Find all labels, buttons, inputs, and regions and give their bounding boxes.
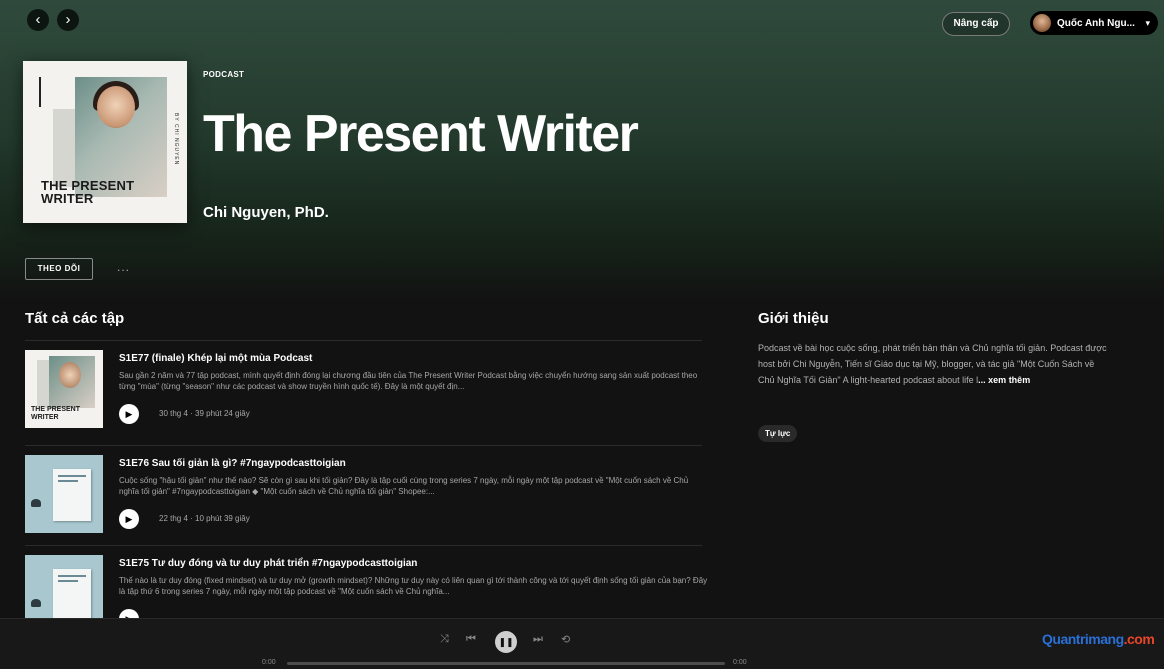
episode-title[interactable]: S1E75 Tư duy đóng và tư duy phát triển #… [119, 558, 417, 569]
episode-row[interactable]: S1E76 Sau tối giản là gì? #7ngaypodcastt… [25, 455, 702, 545]
episode-title[interactable]: S1E77 (finale) Khép lại một mùa Podcast [119, 353, 312, 364]
divider [25, 545, 702, 546]
user-name: Quốc Anh Ngu... [1057, 17, 1135, 29]
cover-title: THE PRESENT WRITER [41, 178, 135, 206]
next-icon[interactable]: ⏭ [533, 633, 543, 646]
podcast-title: The Present Writer [203, 105, 639, 163]
play-button[interactable]: ▶ [119, 509, 139, 529]
episode-description: Thế nào là tư duy đóng (fixed mindset) v… [119, 576, 708, 596]
watermark: Quantrimang.com [1042, 631, 1155, 647]
play-button[interactable]: ▶ [119, 404, 139, 424]
episode-thumbnail: THE PRESENT WRITER [25, 350, 103, 428]
time-total: 0:00 [733, 659, 747, 666]
episode-description: Sau gần 2 năm và 77 tập podcast, mình qu… [119, 371, 698, 391]
play-icon: ▶ [125, 409, 133, 419]
chevron-right-icon: › [65, 11, 71, 28]
cover-side-text: BY CHI NGUYEN [173, 113, 179, 166]
category-tag[interactable]: Tự lực [758, 425, 798, 442]
podcast-type-label: PODCAST [203, 70, 245, 79]
pause-icon: ❚❚ [498, 637, 514, 647]
previous-icon[interactable]: ⏮ [466, 633, 476, 646]
divider [25, 445, 702, 446]
episode-meta: 22 thg 4 · 10 phút 39 giây [159, 514, 250, 523]
episode-description: Cuộc sống "hậu tối giản" như thế nào? Sẽ… [119, 476, 689, 496]
divider [25, 340, 702, 341]
follow-button[interactable]: THEO DÕI [25, 258, 93, 280]
forward-button[interactable]: › [57, 9, 79, 31]
user-menu-button[interactable]: Quốc Anh Ngu... ▾ [1030, 11, 1158, 35]
episodes-heading: Tất cả các tập [25, 310, 125, 327]
more-options-button[interactable]: ... [117, 260, 130, 274]
player-bar: ⤨ ⏮ ❚❚ ⏭ ⟲ 0:00 0:00 Quantrimang.com [0, 618, 1164, 669]
see-more-link[interactable]: ... xem thêm [978, 375, 1030, 385]
episode-thumbnail [25, 455, 103, 533]
shuffle-icon[interactable]: ⤨ [440, 633, 449, 646]
repeat-icon[interactable]: ⟲ [561, 633, 570, 646]
pause-button[interactable]: ❚❚ [495, 631, 517, 653]
chevron-left-icon: ‹ [35, 11, 41, 28]
upgrade-button[interactable]: Nâng cấp [942, 12, 1010, 36]
caret-down-icon: ▾ [1145, 17, 1150, 28]
podcast-cover-art: BY CHI NGUYEN THE PRESENT WRITER [23, 61, 187, 223]
about-description: Podcast về bài học cuộc sống, phát triển… [758, 343, 1107, 385]
podcast-author[interactable]: Chi Nguyen, PhD. [203, 204, 329, 221]
progress-bar[interactable] [287, 662, 725, 665]
episode-title[interactable]: S1E76 Sau tối giản là gì? #7ngaypodcastt… [119, 458, 346, 469]
episode-meta: 30 thg 4 · 39 phút 24 giây [159, 409, 250, 418]
time-elapsed: 0:00 [262, 659, 276, 666]
top-bar: ‹ › Nâng cấp Quốc Anh Ngu... ▾ [0, 0, 1164, 46]
avatar [1033, 14, 1051, 32]
about-heading: Giới thiệu [758, 310, 829, 327]
episode-row[interactable]: THE PRESENT WRITER S1E77 (finale) Khép l… [25, 350, 702, 440]
back-button[interactable]: ‹ [27, 9, 49, 31]
play-icon: ▶ [125, 514, 133, 524]
